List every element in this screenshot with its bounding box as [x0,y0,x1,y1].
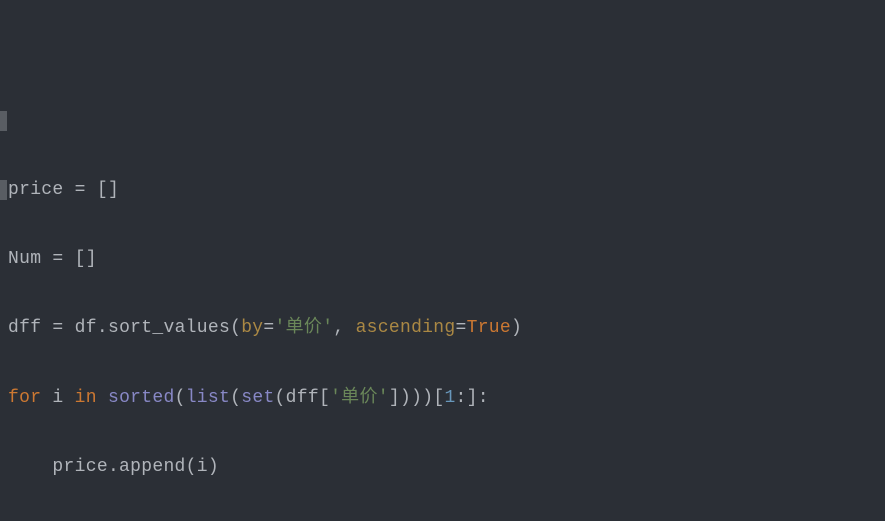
paren: ( [230,318,241,338]
dot: . [97,318,108,338]
number-literal: 1 [444,388,455,408]
string-literal: '单价' [275,318,334,338]
comma: , [333,318,355,338]
identifier: price [52,457,108,477]
code-line: Num = [] [8,242,885,277]
string-literal: '单价' [330,388,389,408]
builtin-list: list [186,388,230,408]
keyword-in: in [75,388,97,408]
paren: ) [411,388,422,408]
code-line: price = [] [8,173,885,208]
list-literal: [] [75,249,97,269]
code-line: dff = df.sort_values(by='单价', ascending=… [8,311,885,346]
bracket: ] [467,388,478,408]
kwarg-name: by [241,318,263,338]
paren: ( [275,388,286,408]
colon: : [478,388,489,408]
dot: . [108,457,119,477]
operator-eq: = [75,180,86,200]
kwarg-name: ascending [356,318,456,338]
colon: : [456,388,467,408]
identifier: i [52,388,63,408]
builtin-sorted: sorted [108,388,175,408]
gutter-fold-marker [0,180,7,200]
method: append [119,457,186,477]
identifier: dff [8,318,41,338]
keyword-for: for [8,388,41,408]
bracket: [ [319,388,330,408]
method: sort_values [108,318,230,338]
list-literal: [] [97,180,119,200]
identifier: df [75,318,97,338]
operator-eq: = [52,249,63,269]
paren: ( [186,457,197,477]
code-line: for i in sorted(list(set(dff['单价'])))[1:… [8,381,885,416]
gutter-fold-marker [0,111,7,131]
identifier: dff [286,388,319,408]
paren: ( [230,388,241,408]
keyword-true: True [467,318,511,338]
identifier: price [8,180,64,200]
identifier: i [197,457,208,477]
paren: ( [175,388,186,408]
operator-eq: = [263,318,274,338]
paren: ) [208,457,219,477]
bracket: ] [389,388,400,408]
code-line: price.append(i) [8,450,885,485]
paren: ) [400,388,411,408]
operator-eq: = [455,318,466,338]
paren: ) [511,318,522,338]
identifier: Num [8,249,41,269]
operator-eq: = [52,318,63,338]
code-editor[interactable]: price = [] Num = [] dff = df.sort_values… [0,0,885,521]
bracket: [ [433,388,444,408]
paren: ) [422,388,433,408]
builtin-set: set [241,388,274,408]
